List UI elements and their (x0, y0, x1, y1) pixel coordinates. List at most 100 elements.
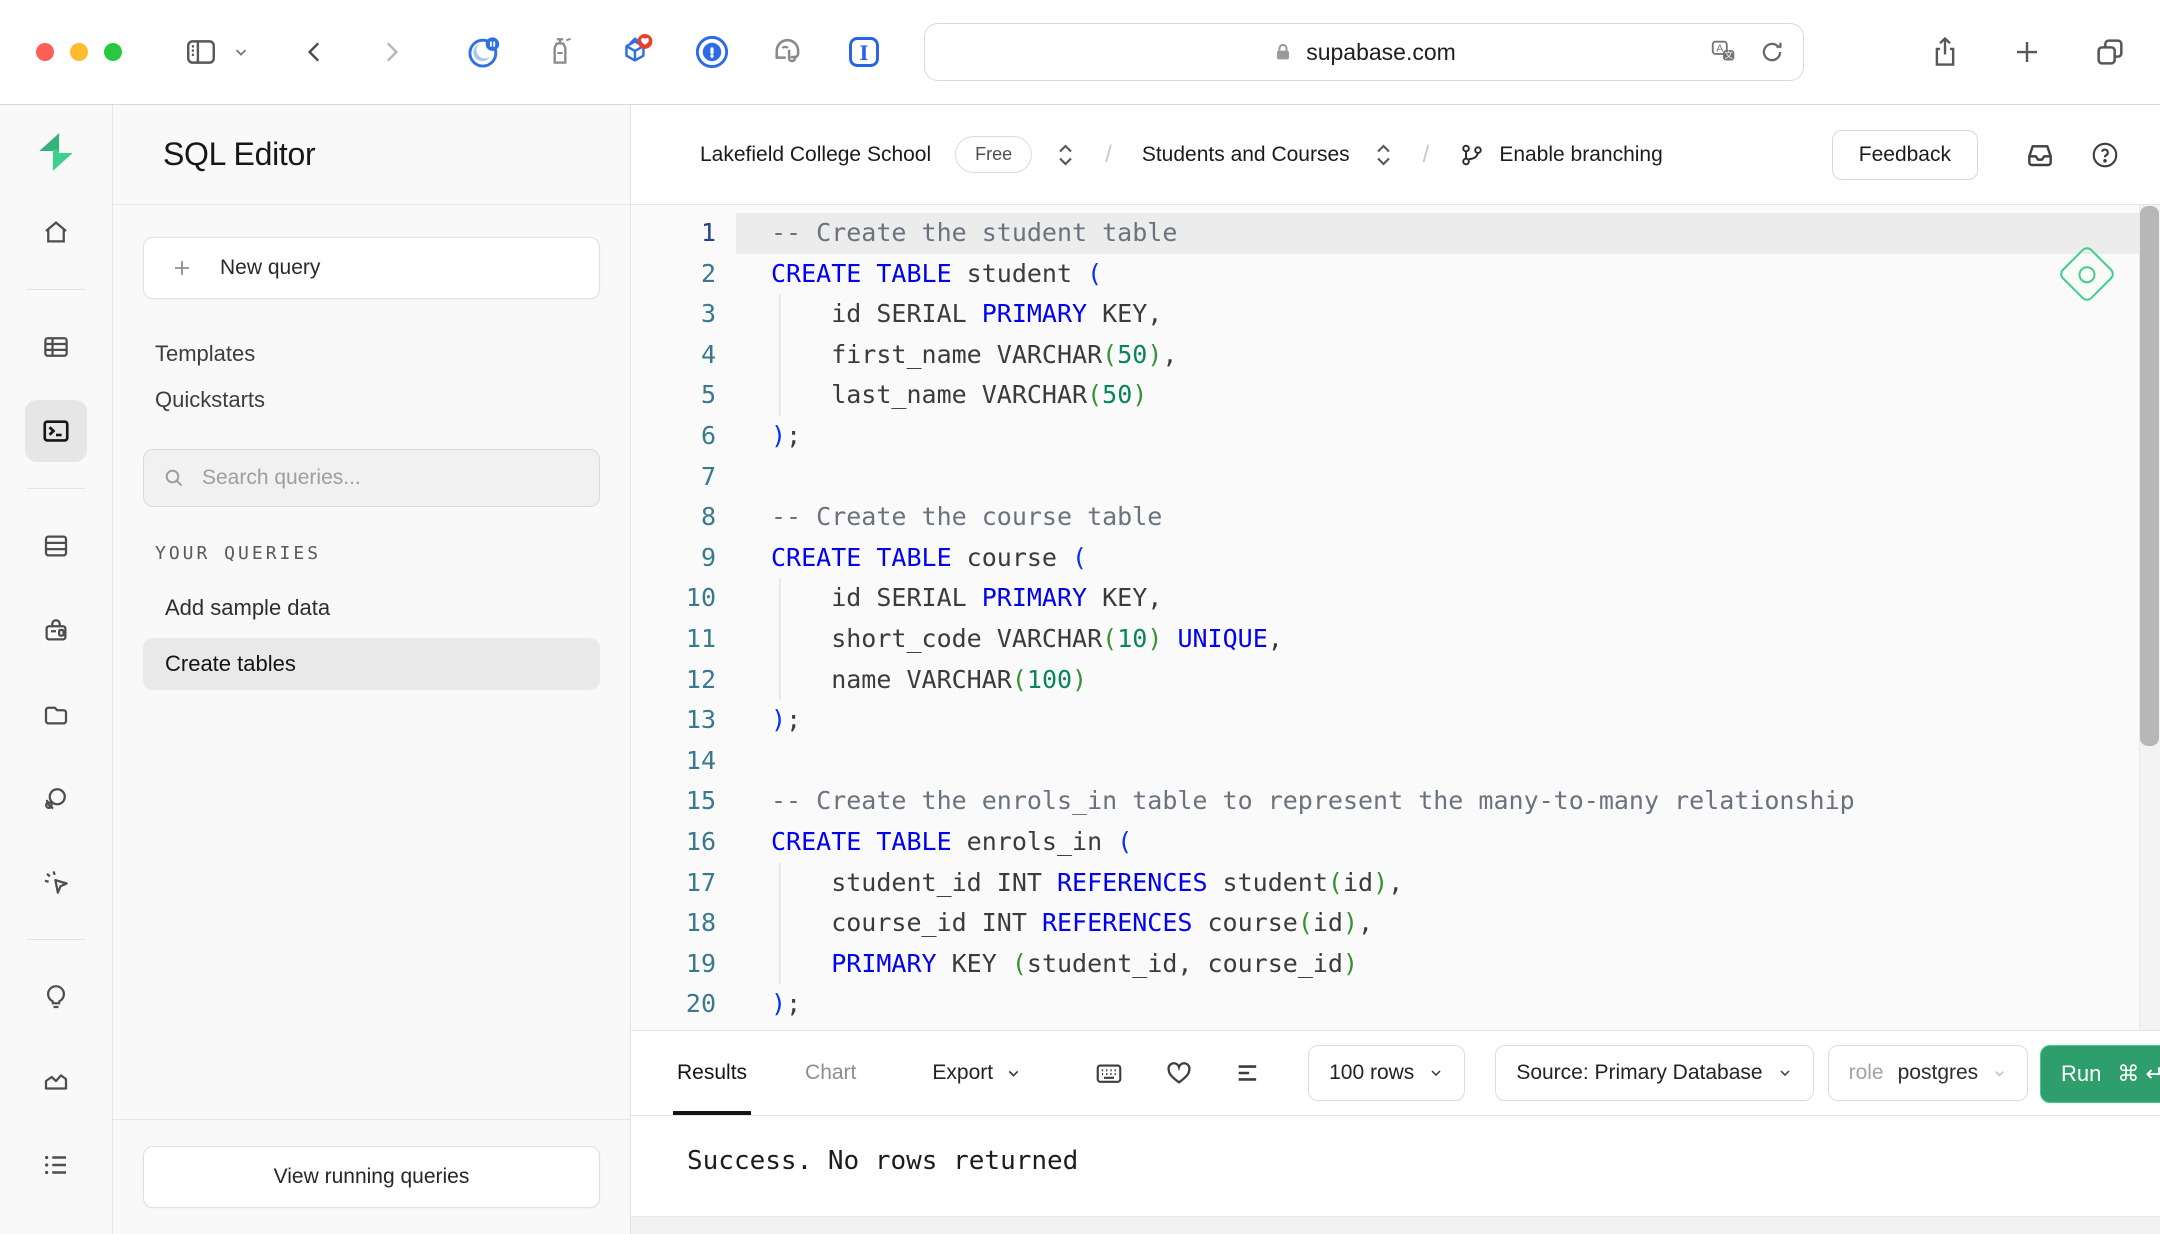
sidebar-toggle-icon[interactable] (184, 35, 218, 69)
extension-buttons: I (466, 34, 882, 70)
chevron-down-icon (1777, 1065, 1793, 1081)
code-line[interactable]: 17 student_id INT REFERENCES student(id)… (631, 863, 2160, 904)
code-line[interactable]: 16CREATE TABLE enrols_in ( (631, 822, 2160, 863)
line-number: 4 (631, 335, 716, 376)
rail-item-authentication[interactable] (25, 599, 87, 661)
search-queries-input[interactable] (202, 466, 581, 490)
rows-limit-select[interactable]: 100 rows (1308, 1045, 1465, 1101)
code-line[interactable]: 7 (631, 457, 2160, 498)
svg-text:文: 文 (1724, 50, 1733, 60)
authentication-icon (41, 615, 71, 645)
new-tab-icon[interactable] (2012, 35, 2042, 69)
line-number: 7 (631, 457, 716, 498)
code-line[interactable]: 19 PRIMARY KEY (student_id, course_id) (631, 944, 2160, 985)
snippet-switcher-icon[interactable] (1374, 142, 1393, 168)
sql-code-editor[interactable]: 1-- Create the student table2CREATE TABL… (631, 205, 2160, 1030)
code-line[interactable]: 9CREATE TABLE course ( (631, 538, 2160, 579)
help-icon[interactable] (2090, 140, 2120, 170)
code-line[interactable]: 10 id SERIAL PRIMARY KEY, (631, 578, 2160, 619)
code-line[interactable]: 4 first_name VARCHAR(50), (631, 335, 2160, 376)
role-select[interactable]: role postgres (1828, 1045, 2029, 1101)
code-line[interactable]: 15-- Create the enrols_in table to repre… (631, 781, 2160, 822)
rail-item-storage[interactable] (25, 683, 87, 745)
translate-icon[interactable]: A文 (1709, 37, 1739, 67)
rail-item-table-editor[interactable] (25, 316, 87, 378)
search-queries-box (143, 449, 600, 507)
instapaper-extension-icon[interactable]: I (846, 34, 882, 70)
rail-item-advisors[interactable] (25, 966, 87, 1028)
database-icon (41, 531, 71, 561)
panel-link-quickstarts[interactable]: Quickstarts (155, 387, 265, 413)
minimize-window-button[interactable] (70, 43, 88, 61)
code-line[interactable]: 2CREATE TABLE student ( (631, 254, 2160, 295)
rail-item-sql-editor[interactable] (25, 400, 87, 462)
elephant-extension-icon[interactable] (770, 34, 806, 70)
git-branch-icon (1459, 142, 1485, 168)
keyboard-shortcuts-icon[interactable] (1094, 1058, 1124, 1088)
tab-chart[interactable]: Chart (801, 1031, 860, 1115)
editor-scrollbar-thumb[interactable] (2140, 206, 2159, 746)
query-item[interactable]: Add sample data (143, 582, 600, 634)
enable-branching-button[interactable]: Enable branching (1459, 142, 1662, 168)
spray-bottle-extension-icon[interactable] (542, 34, 578, 70)
rail-item-edge-functions[interactable] (25, 767, 87, 829)
rail-item-reports[interactable] (25, 1050, 87, 1112)
rail-item-database[interactable] (25, 515, 87, 577)
export-button[interactable]: Export (932, 1061, 1022, 1085)
rail-divider (27, 488, 85, 489)
list-lines-icon[interactable] (1234, 1059, 1262, 1087)
project-header: Lakefield College School Free / Students… (631, 105, 2160, 205)
supabase-logo[interactable] (33, 129, 79, 175)
view-running-queries-button[interactable]: View running queries (143, 1146, 600, 1208)
line-number: 16 (631, 822, 716, 863)
share-icon[interactable] (1930, 35, 1960, 69)
snippet-name[interactable]: Students and Courses (1142, 143, 1350, 167)
sql-editor-panel: SQL Editor New query TemplatesQuickstart… (113, 105, 631, 1234)
favorite-heart-icon[interactable] (1164, 1058, 1194, 1088)
new-query-button[interactable]: New query (143, 237, 600, 299)
code-line[interactable]: 14 (631, 741, 2160, 782)
source-select[interactable]: Source: Primary Database (1495, 1045, 1813, 1101)
rail-item-home[interactable] (25, 201, 87, 263)
code-line[interactable]: 12 name VARCHAR(100) (631, 660, 2160, 701)
address-bar[interactable]: supabase.com A文 (924, 23, 1804, 81)
code-line[interactable]: 8-- Create the course table (631, 497, 2160, 538)
one-password-extension-icon[interactable] (694, 34, 730, 70)
search-icon (162, 466, 186, 490)
panel-link-templates[interactable]: Templates (155, 341, 255, 367)
code-line[interactable]: 18 course_id INT REFERENCES course(id), (631, 903, 2160, 944)
editor-scrollbar-track (2139, 205, 2160, 1030)
rail-item-logs[interactable] (25, 1134, 87, 1196)
tab-overview-icon[interactable] (2094, 35, 2126, 69)
breadcrumb-separator: / (1099, 141, 1118, 169)
code-line[interactable]: 3 id SERIAL PRIMARY KEY, (631, 294, 2160, 335)
code-line[interactable]: 20); (631, 984, 2160, 1025)
code-line[interactable]: 1-- Create the student table (631, 213, 2160, 254)
project-name[interactable]: Lakefield College School (700, 143, 931, 167)
results-pane: Success. No rows returned (631, 1116, 2160, 1234)
lock-icon (1272, 41, 1294, 63)
cube-heart-extension-icon[interactable] (618, 34, 654, 70)
line-number: 20 (631, 984, 716, 1025)
project-switcher-icon[interactable] (1056, 142, 1075, 168)
forward-button[interactable] (378, 37, 404, 67)
back-button[interactable] (302, 37, 328, 67)
feedback-button[interactable]: Feedback (1832, 130, 1978, 180)
tab-results[interactable]: Results (673, 1031, 751, 1115)
line-number: 14 (631, 741, 716, 782)
line-number: 2 (631, 254, 716, 295)
query-item[interactable]: Create tables (143, 638, 600, 690)
code-line[interactable]: 5 last_name VARCHAR(50) (631, 375, 2160, 416)
maximize-window-button[interactable] (104, 43, 122, 61)
rail-item-realtime[interactable] (25, 851, 87, 913)
code-line[interactable]: 13); (631, 700, 2160, 741)
close-window-button[interactable] (36, 43, 54, 61)
reload-icon[interactable] (1759, 39, 1785, 65)
sidebar-chevron-icon[interactable] (232, 43, 250, 61)
code-line[interactable]: 6); (631, 416, 2160, 457)
code-line[interactable]: 11 short_code VARCHAR(10) UNIQUE, (631, 619, 2160, 660)
moon-pause-extension-icon[interactable] (466, 34, 502, 70)
inbox-icon[interactable] (2024, 139, 2056, 171)
run-button[interactable]: Run ⌘ ↵ (2040, 1045, 2160, 1103)
chevron-down-icon (1005, 1065, 1022, 1082)
